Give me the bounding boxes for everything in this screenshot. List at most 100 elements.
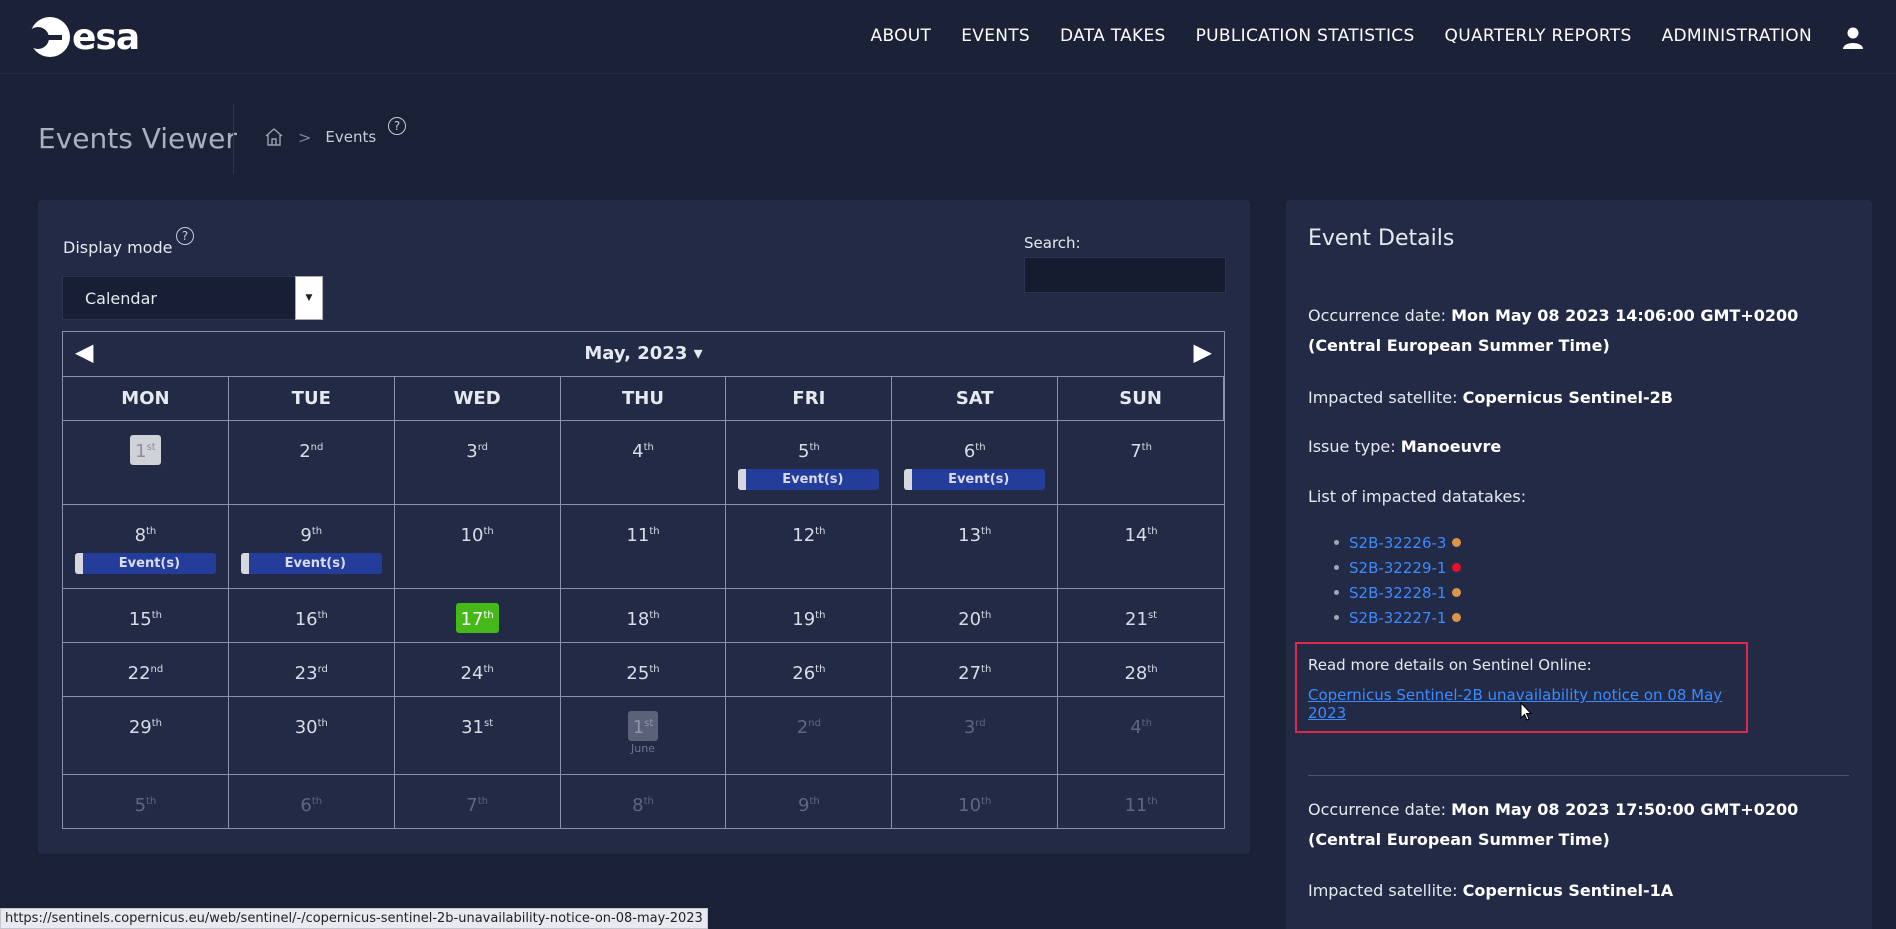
day-suffix: th — [483, 526, 494, 537]
event-pill[interactable]: Event(s) — [904, 469, 1046, 490]
calendar-day[interactable]: 16th — [228, 588, 395, 642]
day-number: 24th — [460, 663, 494, 684]
issue-type: Issue type: Manoeuvre — [1308, 432, 1501, 462]
day-suffix: nd — [310, 442, 324, 453]
day-suffix: th — [483, 664, 494, 675]
datatake-link[interactable]: S2B-32229-1 — [1349, 559, 1446, 577]
calendar-day[interactable]: 6th — [228, 774, 395, 828]
caret-down-icon[interactable]: ▼ — [295, 276, 323, 320]
day-suffix: th — [1141, 718, 1152, 729]
calendar-day[interactable]: 12th — [726, 504, 893, 588]
day-suffix: nd — [150, 664, 164, 675]
calendar-day[interactable]: 8th — [560, 774, 727, 828]
calendar-day[interactable]: 7th — [394, 774, 561, 828]
calendar-day[interactable]: 26th — [726, 642, 893, 696]
calendar-day[interactable]: 1st June — [560, 696, 727, 774]
calendar-day[interactable]: 13th — [892, 504, 1059, 588]
calendar-day[interactable]: 29th — [63, 696, 229, 774]
day-suffix: th — [151, 718, 162, 729]
day-number: 31st — [461, 717, 494, 738]
calendar-day[interactable]: 17th — [394, 588, 561, 642]
page-help[interactable]: ? — [388, 117, 406, 135]
esa-logo[interactable]: esa — [27, 16, 140, 58]
calendar-day[interactable]: 9th Event(s) — [228, 504, 395, 588]
display-mode-value: Calendar — [85, 288, 157, 308]
next-month-icon[interactable]: ▶ — [1194, 338, 1212, 366]
calendar-day[interactable]: 30th — [228, 696, 395, 774]
calendar-day[interactable]: 11th — [560, 504, 727, 588]
calendar-day[interactable]: 21st — [1058, 588, 1224, 642]
search-label: Search: — [1024, 234, 1081, 252]
day-number: 27th — [958, 663, 992, 684]
calendar-day[interactable]: 3rd — [892, 696, 1059, 774]
list-item: S2B-32229-1 — [1334, 555, 1462, 580]
mouse-cursor-icon — [1520, 702, 1532, 721]
weekday-header: SAT — [892, 376, 1059, 420]
calendar-day[interactable]: 1st — [63, 420, 229, 504]
nav-data-takes[interactable]: DATA TAKES — [1060, 26, 1166, 46]
calendar-day[interactable]: 7th — [1058, 420, 1224, 504]
day-number: 10th — [460, 525, 494, 546]
home-icon[interactable] — [264, 127, 284, 147]
nav-administration[interactable]: ADMINISTRATION — [1662, 26, 1812, 46]
calendar-day[interactable]: 18th — [560, 588, 727, 642]
calendar-day[interactable]: 8th Event(s) — [63, 504, 229, 588]
calendar-day[interactable]: 22nd — [63, 642, 229, 696]
day-number: 20th — [958, 609, 992, 630]
day-suffix: th — [649, 526, 660, 537]
bullet — [1334, 615, 1339, 620]
event-pill[interactable]: Event(s) — [738, 469, 880, 490]
calendar-day[interactable]: 25th — [560, 642, 727, 696]
calendar-day[interactable]: 2nd — [228, 420, 395, 504]
calendar-day[interactable]: 6th Event(s) — [892, 420, 1059, 504]
nav-publication-statistics[interactable]: PUBLICATION STATISTICS — [1196, 26, 1415, 46]
datatake-link[interactable]: S2B-32226-3 — [1349, 534, 1446, 552]
chevron-right-icon: > — [298, 127, 312, 147]
day-suffix: th — [981, 610, 992, 621]
datatake-link[interactable]: S2B-32227-1 — [1349, 609, 1446, 627]
calendar-day[interactable]: 3rd — [394, 420, 561, 504]
calendar-day[interactable]: 20th — [892, 588, 1059, 642]
user-icon[interactable] — [1842, 26, 1864, 50]
esa-logo-text: esa — [72, 16, 140, 58]
nav-about[interactable]: ABOUT — [871, 26, 932, 46]
display-mode-help[interactable]: ? — [176, 227, 194, 245]
calendar-day[interactable]: 10th — [394, 504, 561, 588]
calendar-day[interactable]: 11th — [1058, 774, 1224, 828]
calendar-day[interactable]: 23rd — [228, 642, 395, 696]
day-suffix: th — [981, 664, 992, 675]
calendar-day[interactable]: 19th — [726, 588, 893, 642]
calendar-day[interactable]: 4th — [560, 420, 727, 504]
datatake-link[interactable]: S2B-32228-1 — [1349, 584, 1446, 602]
day-suffix: th — [146, 796, 157, 807]
calendar-day[interactable]: 15th — [63, 588, 229, 642]
calendar-day[interactable]: 2nd — [726, 696, 893, 774]
calendar-day[interactable]: 31st — [394, 696, 561, 774]
search-input[interactable] — [1024, 257, 1226, 293]
day-number: 30th — [294, 717, 328, 738]
status-dot — [1452, 613, 1462, 622]
display-mode-select[interactable]: Calendar ▼ — [62, 276, 324, 320]
calendar-day[interactable]: 24th — [394, 642, 561, 696]
satellite-value: Copernicus Sentinel-1A — [1462, 881, 1674, 900]
calendar-day[interactable]: 28th — [1058, 642, 1224, 696]
calendar-day[interactable]: 10th — [892, 774, 1059, 828]
day-number: 13th — [958, 525, 992, 546]
calendar-day[interactable]: 5th Event(s) — [726, 420, 893, 504]
nav-events[interactable]: EVENTS — [961, 26, 1030, 46]
nav-quarterly-reports[interactable]: QUARTERLY REPORTS — [1445, 26, 1632, 46]
event-pill[interactable]: Event(s) — [240, 553, 382, 574]
satellite-value: Copernicus Sentinel-2B — [1462, 388, 1673, 407]
event-pill[interactable]: Event(s) — [75, 553, 216, 574]
calendar-day[interactable]: 4th — [1058, 696, 1224, 774]
day-number: 16th — [294, 609, 328, 630]
calendar-day[interactable]: 9th — [726, 774, 893, 828]
display-mode-label: Display mode — [63, 238, 173, 257]
calendar-day[interactable]: 27th — [892, 642, 1059, 696]
calendar-month-title[interactable]: May, 2023 ▾ — [63, 343, 1224, 364]
calendar-day[interactable]: 14th — [1058, 504, 1224, 588]
breadcrumb-current: Events — [325, 128, 377, 146]
calendar-day[interactable]: 5th — [63, 774, 229, 828]
day-suffix: st — [1147, 610, 1158, 621]
day-suffix: th — [981, 796, 992, 807]
